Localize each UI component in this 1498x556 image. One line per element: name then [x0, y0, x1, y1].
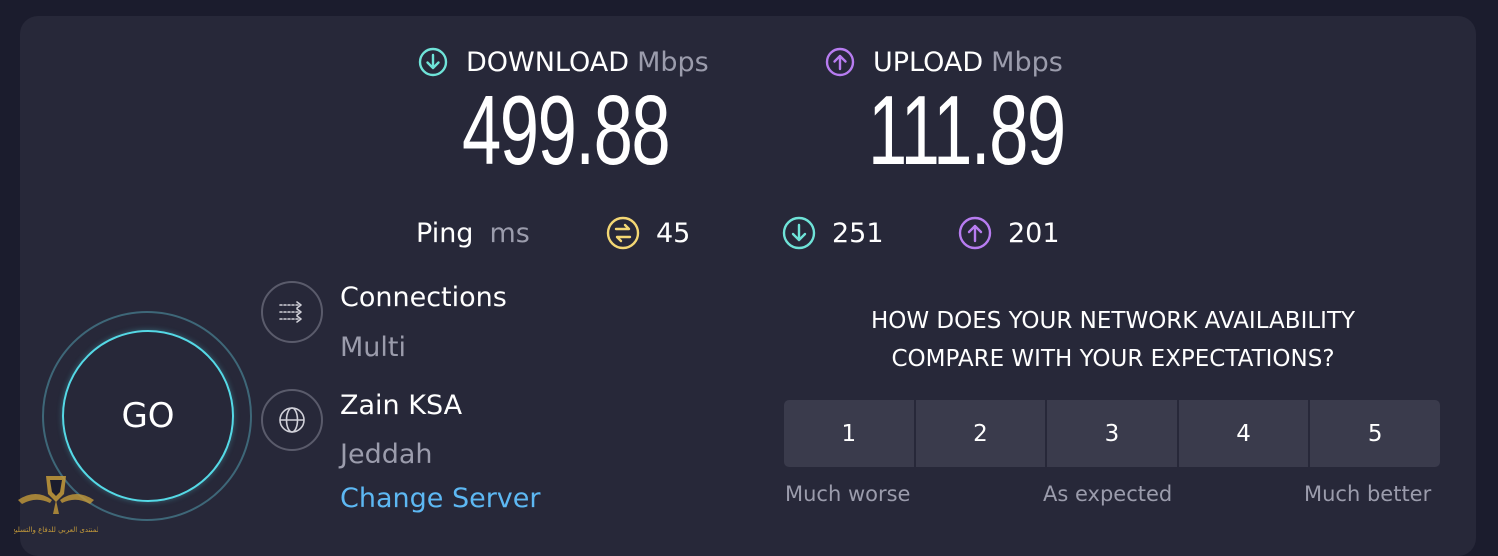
ping-idle-value: 45 — [656, 217, 691, 249]
ping-swap-icon — [606, 216, 640, 250]
arrow-up-circle-icon — [825, 47, 855, 77]
scale-low-label: Much worse — [785, 482, 911, 506]
connections-value: Multi — [340, 332, 406, 363]
upload-label: UPLOAD — [873, 46, 984, 78]
scale-high-label: Much better — [1304, 482, 1432, 506]
arrow-down-circle-icon — [418, 47, 448, 77]
connections-title: Connections — [340, 282, 507, 313]
ping-download-value: 251 — [832, 217, 884, 249]
rating-option-3[interactable]: 3 — [1047, 400, 1177, 467]
server-globe-button[interactable] — [261, 389, 323, 451]
arrow-up-circle-icon — [958, 216, 992, 250]
ping-unit: ms — [489, 217, 530, 249]
download-unit: Mbps — [637, 46, 709, 78]
speedtest-panel — [20, 16, 1476, 556]
ping-label-group: Ping ms — [416, 213, 530, 253]
rating-option-4[interactable]: 4 — [1178, 400, 1309, 467]
rating-option-1[interactable]: 1 — [784, 400, 914, 467]
globe-icon — [279, 407, 305, 433]
rating-scale: 1 2 3 4 5 — [784, 400, 1440, 467]
change-server-link[interactable]: Change Server — [340, 483, 541, 514]
server-provider: Zain KSA — [340, 390, 463, 421]
ping-idle: 45 — [606, 213, 690, 253]
survey-question: HOW DOES YOUR NETWORK AVAILABILITY COMPA… — [786, 302, 1440, 378]
survey-question-line2: COMPARE WITH YOUR EXPECTATIONS? — [891, 346, 1335, 372]
connections-icon — [279, 301, 302, 323]
ping-label: Ping — [416, 217, 474, 249]
ping-upload: 201 — [958, 213, 1060, 253]
download-label: DOWNLOAD — [466, 46, 630, 78]
rating-option-2[interactable]: 2 — [915, 400, 1046, 467]
survey-question-line1: HOW DOES YOUR NETWORK AVAILABILITY — [870, 308, 1356, 334]
rating-option-5[interactable]: 5 — [1310, 400, 1440, 467]
server-location: Jeddah — [340, 439, 433, 470]
ping-download: 251 — [782, 213, 884, 253]
connections-toggle[interactable] — [261, 281, 323, 343]
eagle-shield-logo: المنتدى العربي للدفاع والتسليح — [14, 476, 98, 534]
watermark-text: المنتدى العربي للدفاع والتسليح — [14, 526, 98, 534]
download-value: 499.88 — [462, 75, 671, 185]
arrow-down-circle-icon — [782, 216, 816, 250]
scale-mid-label: As expected — [1043, 482, 1173, 506]
upload-value: 111.89 — [868, 75, 1066, 185]
upload-unit: Mbps — [991, 46, 1063, 78]
ping-upload-value: 201 — [1008, 217, 1060, 249]
